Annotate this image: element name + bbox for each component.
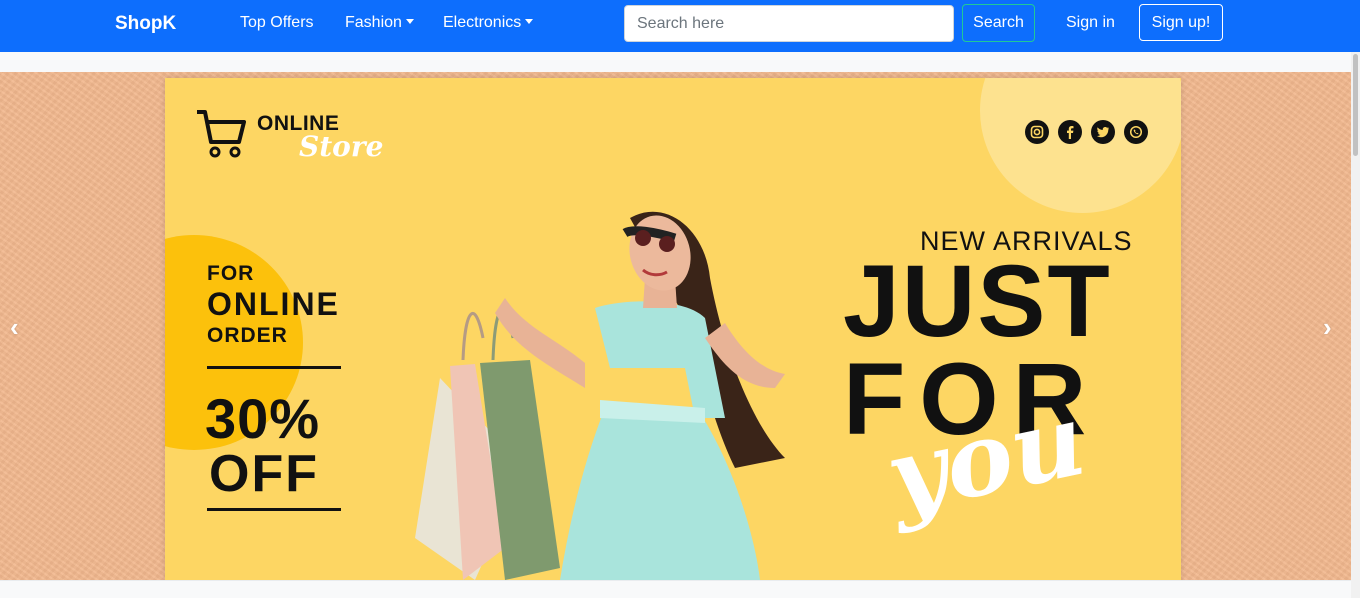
carousel-prev-button[interactable]: ‹ — [10, 312, 19, 343]
nav-top-offers-label: Top Offers — [240, 14, 314, 31]
nav-electronics-label: Electronics — [443, 14, 522, 31]
social-icons — [1025, 120, 1148, 144]
headline-just-text: JUST — [843, 244, 1112, 358]
model-with-shopping-bags-image — [415, 211, 785, 580]
caret-down-icon — [525, 19, 534, 24]
promo-online-text: ONLINE — [207, 286, 340, 322]
carousel-next-button[interactable]: › — [1323, 312, 1332, 343]
decor-circle-top-right — [980, 78, 1181, 213]
hero-carousel: ‹ › ONLINE Store FOR ONLINE ORDER 30% OF… — [0, 72, 1351, 580]
search-input[interactable] — [624, 5, 954, 42]
page-bottom-edge — [0, 580, 1351, 598]
nav-fashion-label: Fashion — [345, 14, 402, 31]
caret-down-icon — [405, 19, 414, 24]
brand-logo[interactable]: ShopK — [115, 13, 176, 35]
nav-top-offers[interactable]: Top Offers — [240, 14, 314, 32]
instagram-icon — [1025, 120, 1049, 144]
page-scrollbar[interactable] — [1351, 52, 1360, 598]
promo-banner-image: ONLINE Store FOR ONLINE ORDER 30% OFF NE… — [165, 78, 1181, 580]
promo-off-text: OFF — [209, 445, 319, 503]
whatsapp-icon — [1124, 120, 1148, 144]
nav-fashion-dropdown[interactable]: Fashion — [345, 14, 414, 32]
scrollbar-thumb[interactable] — [1353, 54, 1358, 156]
signup-button[interactable]: Sign up! — [1139, 4, 1223, 41]
search-button[interactable]: Search — [962, 4, 1035, 42]
facebook-icon — [1058, 120, 1082, 144]
promo-for-text: FOR — [207, 262, 255, 285]
nav-electronics-dropdown[interactable]: Electronics — [443, 14, 534, 32]
navbar: ShopK Top Offers Fashion Electronics Sea… — [0, 0, 1360, 52]
promo-percent-text: 30% — [205, 387, 321, 450]
promo-order-text: ORDER — [207, 324, 288, 347]
promo-divider-bottom — [207, 508, 341, 511]
signin-link[interactable]: Sign in — [1066, 14, 1115, 32]
promo-divider-top — [207, 366, 341, 369]
shopping-cart-icon — [197, 110, 246, 158]
twitter-icon — [1091, 120, 1115, 144]
